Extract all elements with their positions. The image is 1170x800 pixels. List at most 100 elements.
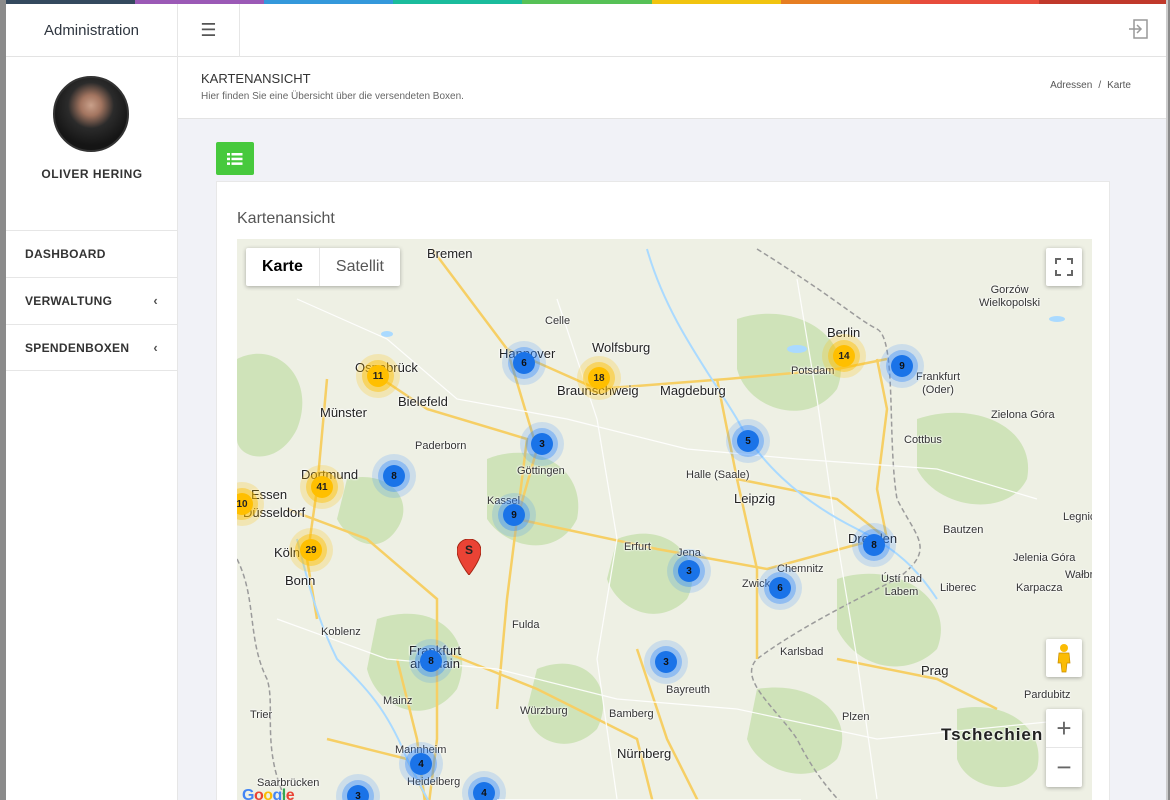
map-city-label: Nürnberg: [617, 746, 672, 761]
sidebar-item-label: VERWALTUNG: [25, 294, 113, 308]
map-city-label: Bamberg: [609, 708, 654, 720]
map-city-label: Mainz: [383, 695, 413, 707]
top-header: Administration ☰: [6, 4, 1168, 57]
map-city-label: Erfurt: [624, 541, 651, 553]
brand-title[interactable]: Administration: [6, 4, 178, 57]
page-subtitle: Hier finden Sie eine Übersicht über die …: [201, 91, 464, 102]
map-city-label: Würzburg: [520, 705, 568, 717]
map-city-label: Wałbrzych: [1065, 569, 1092, 581]
map-city-label: Göttingen: [517, 465, 565, 477]
avatar[interactable]: [53, 76, 129, 152]
breadcrumb-item-adressen[interactable]: Adressen: [1050, 80, 1092, 91]
cluster-count: 3: [531, 433, 553, 455]
map-city-label: Jelenia Góra: [1013, 552, 1076, 564]
map-city-label: Leipzig: [734, 491, 776, 506]
map-view[interactable]: BremenHannoverCelleWolfsburgBerlinOsnabr…: [237, 239, 1092, 800]
map-city-label: Fulda: [512, 619, 540, 631]
google-logo[interactable]: Google: [242, 787, 295, 800]
breadcrumb-item-karte: Karte: [1107, 80, 1131, 91]
breadcrumb: Adressen / Karte: [1050, 80, 1131, 91]
map-city-label: Zielona Góra: [991, 409, 1055, 421]
map-city-label: Bautzen: [943, 524, 984, 536]
map-city-label: Karpacza: [1016, 582, 1063, 594]
page-title: KARTENANSICHT: [201, 71, 311, 86]
user-name: OLIVER HERING: [41, 167, 143, 181]
logout-icon: [1129, 19, 1148, 39]
map-city-label: Trier: [250, 709, 273, 721]
street-view-pegman-button[interactable]: [1046, 639, 1082, 677]
cluster-count: 4: [410, 753, 432, 775]
list-view-button[interactable]: [216, 142, 254, 175]
map-city-label: Pardubitz: [1024, 689, 1071, 701]
cluster-count: 9: [503, 504, 525, 526]
cluster-count: 6: [513, 352, 535, 374]
cluster-count: 3: [678, 560, 700, 582]
fullscreen-icon: [1055, 258, 1073, 276]
cluster-count: 8: [420, 650, 442, 672]
map-city-label: Bremen: [427, 246, 473, 261]
map-city-label: Ústí nad Labem: [881, 573, 922, 598]
map-type-satellit-button[interactable]: Satellit: [320, 248, 400, 286]
map-type-control: Karte Satellit: [246, 248, 400, 286]
map-city-label: Bielefeld: [398, 394, 448, 409]
cluster-count: 29: [300, 539, 322, 561]
cluster-count: 11: [367, 365, 389, 387]
map-pin-marker[interactable]: S: [456, 538, 482, 576]
map-city-label: Liberec: [940, 582, 977, 594]
cluster-count: 41: [311, 476, 333, 498]
map-pin-label: S: [464, 543, 473, 557]
map-city-label: Celle: [545, 315, 571, 327]
map-city-label: Bonn: [285, 573, 316, 588]
admin-app: Administration ☰ OLIVER HERING DASHBOARD…: [6, 0, 1168, 800]
sidebar-item-label: DASHBOARD: [25, 247, 106, 261]
zoom-in-button[interactable]: +: [1046, 709, 1082, 748]
cluster-count: 6: [769, 577, 791, 599]
map-city-label: Bayreuth: [666, 684, 711, 696]
map-city-label: Paderborn: [415, 440, 467, 452]
map-base-layer: [237, 239, 1092, 800]
map-city-label: Halle (Saale): [686, 469, 750, 481]
logout-button[interactable]: [1128, 18, 1150, 40]
cluster-count: 4: [473, 782, 495, 800]
zoom-control: + −: [1046, 709, 1082, 787]
sidebar-nav: DASHBOARD VERWALTUNG ‹ SPENDENBOXEN ‹: [6, 230, 178, 371]
chevron-left-icon: ‹: [153, 293, 158, 308]
sidebar-item-verwaltung[interactable]: VERWALTUNG ‹: [6, 277, 178, 324]
zoom-out-button[interactable]: −: [1046, 748, 1082, 787]
card-title: Kartenansicht: [237, 210, 335, 227]
hamburger-icon: ☰: [200, 20, 217, 40]
map-card: Kartenansicht Bremen Celle Wolfsburg Ber…: [216, 181, 1110, 800]
cluster-count: 5: [737, 430, 759, 452]
map-city-label: Frankfurt (Oder): [916, 371, 961, 396]
map-city-label: Karlsbad: [780, 646, 824, 658]
cluster-count: 18: [588, 367, 610, 389]
sidebar-item-label: SPENDENBOXEN: [25, 340, 130, 355]
page-header: KARTENANSICHT Hier finden Sie eine Übers…: [178, 57, 1168, 119]
map-city-label: Wolfsburg: [592, 340, 651, 355]
menu-toggle-button[interactable]: ☰: [178, 4, 240, 57]
cluster-count: 14: [833, 345, 855, 367]
map-city-label: Prag: [921, 663, 949, 678]
sidebar-item-dashboard[interactable]: DASHBOARD: [6, 230, 178, 277]
map-city-label: Koblenz: [321, 626, 361, 638]
cluster-count: 9: [891, 355, 913, 377]
map-city-label: Magdeburg: [660, 383, 726, 398]
map-city-label: Tschechien: [941, 725, 1044, 744]
cluster-count: 8: [863, 534, 885, 556]
map-city-label: Legnica: [1063, 511, 1092, 523]
chevron-left-icon: ‹: [153, 340, 158, 355]
cluster-count: 3: [347, 785, 369, 800]
cluster-count: 3: [655, 651, 677, 673]
map-city-label: Gorzów Wielkopolski: [979, 284, 1041, 309]
sidebar: OLIVER HERING DASHBOARD VERWALTUNG ‹ SPE…: [6, 57, 178, 800]
breadcrumb-separator: /: [1098, 80, 1102, 91]
map-type-karte-button[interactable]: Karte: [246, 248, 320, 286]
map-city-label: Cottbus: [904, 434, 942, 446]
map-city-label: Münster: [320, 405, 367, 420]
scrollbar[interactable]: [1166, 0, 1168, 800]
sidebar-item-spendenboxen[interactable]: SPENDENBOXEN ‹: [6, 324, 178, 371]
fullscreen-button[interactable]: [1046, 248, 1082, 286]
list-icon: [227, 152, 243, 165]
cluster-count: 8: [383, 465, 405, 487]
pegman-icon: [1057, 644, 1071, 673]
